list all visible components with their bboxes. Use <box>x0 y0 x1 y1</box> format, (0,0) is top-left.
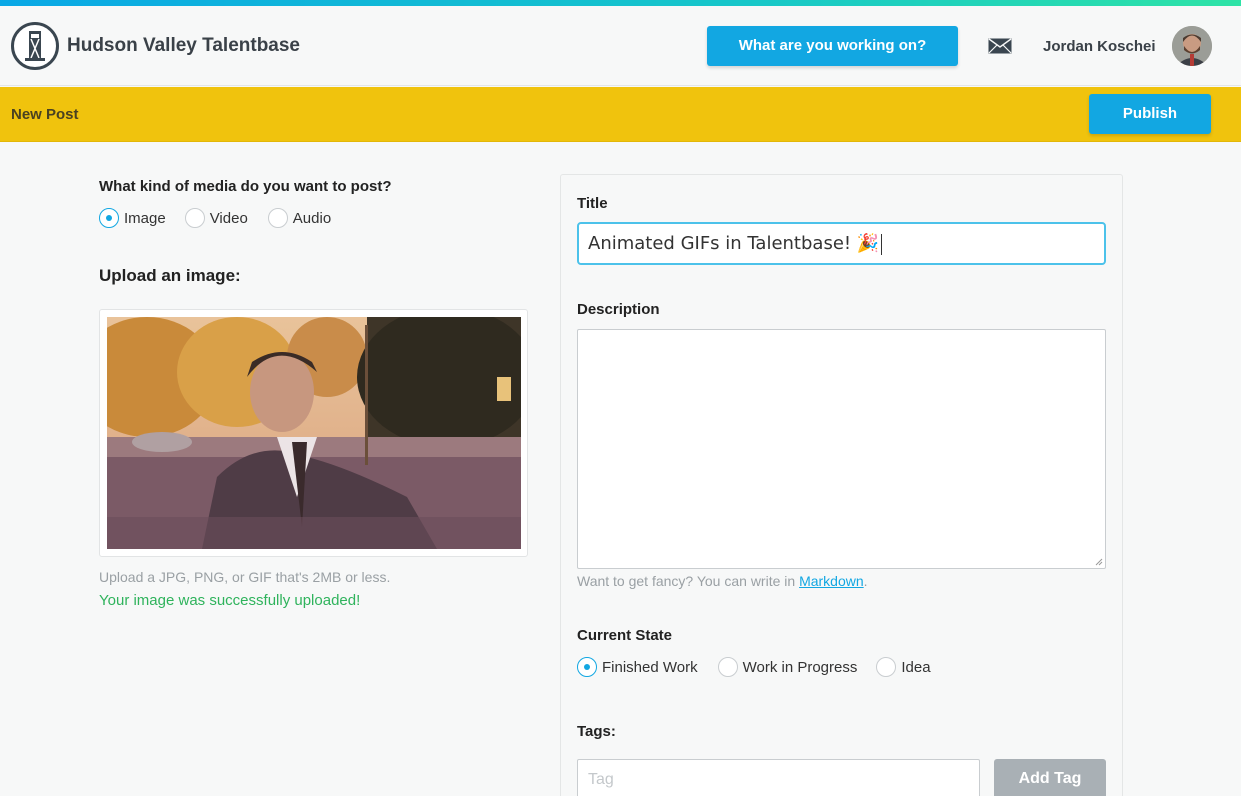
state-option-label: Work in Progress <box>742 658 858 676</box>
site-brand-name[interactable]: Hudson Valley Talentbase <box>67 35 300 57</box>
text-cursor <box>881 233 883 255</box>
media-option-audio[interactable]: Audio <box>267 208 332 228</box>
markdown-hint-prefix: Want to get fancy? You can write in <box>577 573 800 589</box>
description-label: Description <box>577 301 660 318</box>
image-preview-frame[interactable] <box>99 309 528 557</box>
upload-heading: Upload an image: <box>99 266 241 285</box>
add-tag-button[interactable]: Add Tag <box>994 759 1106 796</box>
publish-button[interactable]: Publish <box>1089 94 1211 134</box>
description-textarea[interactable] <box>577 329 1106 569</box>
media-option-image[interactable]: Image <box>99 208 166 228</box>
tag-input[interactable]: Tag <box>577 759 980 796</box>
media-option-label: Image <box>124 209 166 227</box>
radio-button[interactable] <box>717 657 738 677</box>
media-type-question: What kind of media do you want to post? <box>99 178 392 195</box>
markdown-hint: Want to get fancy? You can write in Mark… <box>577 573 868 589</box>
current-state-label: Current State <box>577 627 673 644</box>
what-are-you-working-on-button[interactable]: What are you working on? <box>707 26 958 66</box>
envelope-icon[interactable] <box>988 38 1012 54</box>
title-input[interactable]: Animated GIFs in Talentbase! 🎉 <box>577 222 1106 265</box>
upload-hint: Upload a JPG, PNG, or GIF that's 2MB or … <box>99 569 391 585</box>
markdown-hint-suffix: . <box>863 573 868 589</box>
tags-label: Tags: <box>577 723 616 740</box>
title-label: Title <box>577 195 608 212</box>
site-header: Hudson Valley Talentbase What are you wo… <box>0 6 1241 86</box>
title-input-value: Animated GIFs in Talentbase! 🎉 <box>588 233 880 254</box>
radio-button[interactable] <box>184 208 205 228</box>
media-type-radio-group: Image Video Audio <box>99 208 331 228</box>
page-title: New Post <box>11 106 79 123</box>
media-option-video[interactable]: Video <box>184 208 248 228</box>
uploaded-image-preview <box>107 317 521 549</box>
radio-button-checked[interactable] <box>99 208 119 228</box>
resize-handle-icon[interactable] <box>1095 558 1103 566</box>
state-option-label: Finished Work <box>602 658 698 676</box>
state-option-idea[interactable]: Idea <box>876 657 931 677</box>
markdown-link[interactable]: Markdown <box>799 573 864 589</box>
state-option-work-in-progress[interactable]: Work in Progress <box>717 657 858 677</box>
radio-button[interactable] <box>267 208 288 228</box>
media-option-label: Video <box>209 209 248 227</box>
user-name[interactable]: Jordan Koschei <box>1043 38 1156 55</box>
upload-success-message: Your image was successfully uploaded! <box>99 592 361 609</box>
state-option-finished-work[interactable]: Finished Work <box>577 657 698 677</box>
post-toolbar: New Post Publish <box>0 87 1241 142</box>
media-option-label: Audio <box>292 209 332 227</box>
state-option-label: Idea <box>901 658 931 676</box>
state-radio-group: Finished Work Work in Progress Idea <box>577 657 931 677</box>
site-logo-icon[interactable] <box>11 22 59 70</box>
radio-button-checked[interactable] <box>577 657 597 677</box>
radio-button[interactable] <box>876 657 897 677</box>
avatar[interactable] <box>1172 26 1212 66</box>
